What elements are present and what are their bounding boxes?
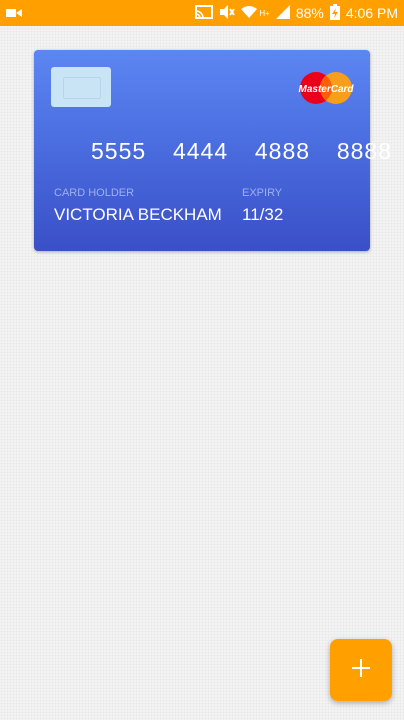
cast-icon [195, 4, 214, 22]
mastercard-logo: MasterCard [298, 70, 354, 106]
clock: 4:06 PM [345, 5, 398, 21]
expiry-label: EXPIRY [242, 187, 283, 199]
battery-charging-icon [329, 3, 340, 23]
network-type-label: H+ [259, 8, 270, 18]
card-holder-name: VICTORIA BECKHAM [54, 205, 222, 224]
card-chip [51, 67, 111, 107]
video-camera-icon [6, 6, 22, 22]
expiry-date: 11/32 [242, 205, 284, 224]
plus-icon [352, 658, 370, 682]
status-bar: H+ 88% 4:06 PM [0, 0, 404, 26]
wifi-icon [241, 5, 258, 22]
status-icons: H+ 88% 4:06 PM [195, 3, 398, 23]
credit-card[interactable]: MasterCard 5555 4444 4888 8888 CARD HOLD… [34, 50, 393, 251]
card-number: 5555 4444 4888 8888 [91, 138, 393, 164]
mute-icon [219, 4, 236, 23]
battery-percent: 88% [295, 5, 324, 21]
add-card-button[interactable] [330, 639, 392, 701]
card-holder-label: CARD HOLDER [54, 187, 135, 199]
signal-icon [275, 4, 290, 22]
brand-label: MasterCard [298, 84, 354, 95]
